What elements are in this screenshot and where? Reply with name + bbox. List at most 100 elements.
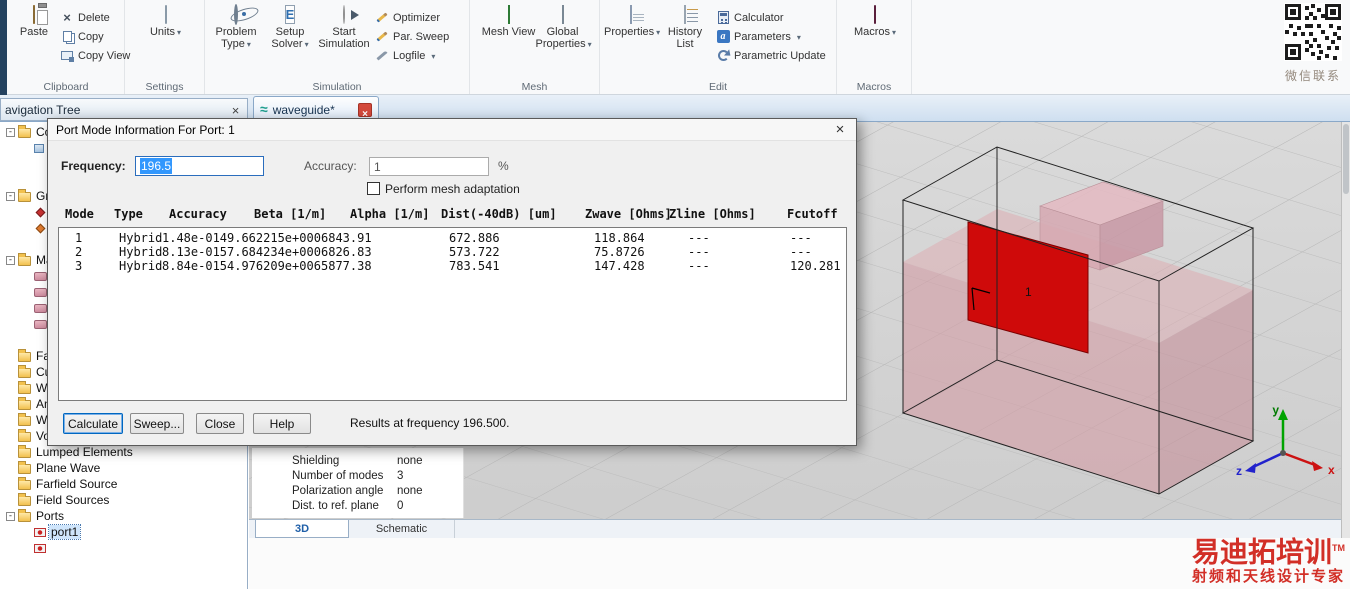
- optimizer-icon: [376, 12, 388, 23]
- parameter-row[interactable]: Number of modes 3: [252, 468, 463, 483]
- tree-item-label: Lumped Elements: [36, 445, 133, 459]
- expand-toggle[interactable]: -: [6, 191, 15, 201]
- parameter-row[interactable]: Dist. to ref. plane 0: [252, 498, 463, 513]
- properties-button[interactable]: Properties: [604, 4, 660, 39]
- expand-toggle[interactable]: [22, 288, 31, 297]
- mesh-adaptation-checkbox[interactable]: [367, 182, 380, 195]
- expand-toggle[interactable]: [22, 208, 31, 217]
- tree-item[interactable]: Farfield Source: [0, 476, 247, 492]
- dialog-titlebar[interactable]: Port Mode Information For Port: 1: [48, 119, 856, 141]
- mesh-view-button[interactable]: Mesh View: [482, 4, 536, 38]
- expand-toggle[interactable]: [6, 384, 15, 393]
- expand-toggle[interactable]: [22, 144, 31, 153]
- history-list-button[interactable]: History List: [658, 4, 712, 50]
- cell-type: Hybrid: [119, 245, 163, 259]
- application-window: Paste Delete Copy Copy View Clipboard: [0, 0, 1350, 589]
- qr-caption: 微信联系: [1284, 69, 1341, 83]
- chevron-down-icon: [795, 31, 801, 43]
- parameter-row[interactable]: Shielding none: [252, 453, 463, 468]
- expand-toggle[interactable]: [22, 544, 31, 553]
- parametric-update-button[interactable]: Parametric Update: [716, 49, 826, 62]
- close-button[interactable]: Close: [196, 413, 244, 434]
- expand-toggle[interactable]: [6, 368, 15, 377]
- parameter-row[interactable]: Polarization angle none: [252, 483, 463, 498]
- tree-item[interactable]: [0, 540, 247, 556]
- ribbon-group-macros: Macros Macros: [837, 0, 912, 94]
- tab-3d[interactable]: 3D: [255, 520, 349, 538]
- expand-toggle[interactable]: [22, 224, 31, 233]
- tree-item[interactable]: - Ports: [0, 508, 247, 524]
- paste-button[interactable]: Paste: [12, 4, 56, 38]
- expand-toggle[interactable]: -: [6, 511, 15, 521]
- accuracy-input[interactable]: 1: [369, 157, 489, 176]
- parameter-label: Shielding: [292, 454, 340, 467]
- expand-toggle[interactable]: -: [6, 255, 15, 265]
- expand-toggle[interactable]: [22, 320, 31, 329]
- tab-schematic[interactable]: Schematic: [349, 520, 455, 538]
- expand-toggle[interactable]: [6, 176, 15, 185]
- copy-view-button[interactable]: Copy View: [60, 49, 130, 62]
- expand-toggle[interactable]: [22, 528, 31, 537]
- table-row[interactable]: 2 Hybrid 8.13e-015 7.684234e+000 6826.83…: [59, 245, 846, 259]
- panel-close-button[interactable]: [228, 102, 243, 117]
- dialog-close-button[interactable]: [832, 121, 848, 139]
- port-parameters-panel: Shielding none Number of modes 3 Polariz…: [252, 448, 464, 518]
- tree-item[interactable]: port1: [0, 524, 247, 540]
- navigation-tree-title: avigation Tree: [5, 102, 81, 117]
- tree-item[interactable]: Lumped Elements: [0, 444, 247, 460]
- logfile-button[interactable]: Logfile: [375, 49, 449, 62]
- global-properties-button[interactable]: Global Properties: [536, 4, 592, 51]
- calculate-button[interactable]: Calculate: [63, 413, 123, 434]
- expand-toggle[interactable]: [22, 272, 31, 281]
- par-sweep-button[interactable]: Par. Sweep: [375, 30, 449, 43]
- frequency-input[interactable]: 196.5: [135, 156, 264, 176]
- expand-toggle[interactable]: [6, 464, 15, 473]
- expand-toggle[interactable]: [6, 336, 15, 345]
- setup-solver-button[interactable]: Setup Solver: [263, 4, 317, 51]
- folder-icon: [18, 349, 31, 362]
- expand-toggle[interactable]: [6, 400, 15, 409]
- parameters-button[interactable]: Parameters: [716, 30, 826, 43]
- problem-type-button[interactable]: Problem Type: [209, 4, 263, 51]
- mode-table[interactable]: 1 Hybrid 1.48e-014 9.662215e+000 6843.91…: [58, 227, 847, 401]
- table-row[interactable]: 1 Hybrid 1.48e-014 9.662215e+000 6843.91…: [59, 231, 846, 245]
- parameter-label: Number of modes: [292, 469, 384, 482]
- macros-button[interactable]: Macros: [848, 4, 902, 39]
- copy-view-icon: [61, 51, 74, 62]
- folder-icon: [18, 461, 31, 474]
- help-button[interactable]: Help: [253, 413, 311, 434]
- window-edge: [0, 0, 7, 95]
- sweep-button[interactable]: Sweep...: [130, 413, 184, 434]
- calculator-button[interactable]: Calculator: [716, 11, 826, 24]
- expand-toggle[interactable]: [6, 416, 15, 425]
- expand-toggle[interactable]: -: [6, 127, 15, 137]
- ribbon-group-clipboard: Paste Delete Copy Copy View Clipboard: [8, 0, 130, 94]
- units-button[interactable]: Units: [139, 4, 193, 39]
- expand-toggle[interactable]: [6, 240, 15, 249]
- expand-toggle[interactable]: [6, 448, 15, 457]
- table-row[interactable]: 3 Hybrid 8.84e-015 4.976209e+006 5877.38…: [59, 259, 846, 273]
- delete-button[interactable]: Delete: [60, 11, 130, 24]
- expand-toggle[interactable]: [22, 304, 31, 313]
- properties-label: Properties: [604, 26, 655, 38]
- optimizer-button[interactable]: Optimizer: [375, 11, 449, 24]
- cell-zwave: 75.8726: [594, 245, 645, 259]
- tree-item[interactable]: Field Sources: [0, 492, 247, 508]
- expand-toggle[interactable]: [6, 480, 15, 489]
- vertical-scrollbar[interactable]: [1341, 122, 1350, 538]
- tree-item-label: Farfield Source: [36, 477, 118, 491]
- column-zwave: Zwave [Ohms]: [585, 207, 672, 221]
- expand-toggle[interactable]: [6, 160, 15, 169]
- accuracy-value: 1: [374, 160, 381, 174]
- parameter-label: Polarization angle: [292, 484, 384, 497]
- document-tab-close-button[interactable]: [358, 102, 372, 117]
- copy-button[interactable]: Copy: [60, 30, 130, 43]
- parameter-value: 3: [397, 469, 404, 482]
- start-simulation-button[interactable]: Start Simulation: [317, 4, 371, 50]
- expand-toggle[interactable]: [6, 352, 15, 361]
- macros-label: Macros: [853, 26, 891, 38]
- expand-toggle[interactable]: [6, 496, 15, 505]
- expand-toggle[interactable]: [6, 432, 15, 441]
- tree-item[interactable]: Plane Wave: [0, 460, 247, 476]
- axis-y-label: y: [1272, 403, 1279, 417]
